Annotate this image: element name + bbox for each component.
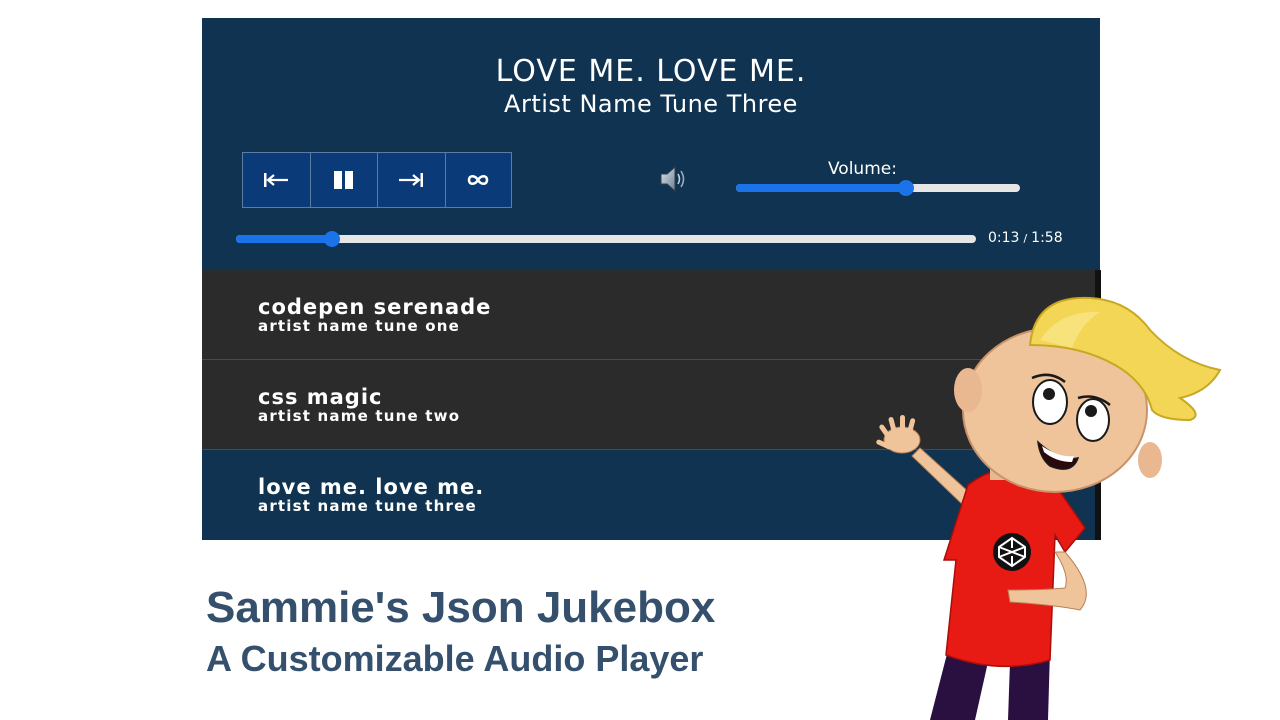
current-time: 0:13 (988, 230, 1020, 246)
pause-button[interactable] (309, 152, 377, 208)
codepen-logo-icon (993, 533, 1031, 571)
loop-button[interactable] (444, 152, 512, 208)
speaker-icon[interactable] (658, 164, 690, 194)
previous-button[interactable] (242, 152, 310, 208)
transport-controls (242, 152, 512, 208)
mascot-raised-arm (911, 447, 973, 507)
time-display: 0:13/1:58 (988, 230, 1063, 246)
mascot-hand-icon (876, 415, 921, 454)
duration: 1:58 (1031, 230, 1063, 246)
mascot-character (876, 296, 1222, 720)
skip-next-icon (399, 173, 424, 187)
skip-previous-icon (264, 173, 289, 187)
volume-label: Volume: (828, 159, 897, 179)
audio-player: LOVE ME. LOVE ME. Artist Name Tune Three (202, 18, 1100, 270)
next-button[interactable] (377, 152, 445, 208)
time-separator: / (1023, 232, 1028, 245)
seek-slider[interactable] (236, 231, 976, 247)
now-playing-artist: Artist Name Tune Three (504, 90, 798, 118)
volume-slider-thumb[interactable] (898, 180, 915, 196)
volume-slider-fill (736, 184, 907, 192)
caption-subtitle: A Customizable Audio Player (206, 638, 704, 679)
seek-slider-thumb[interactable] (324, 231, 341, 247)
now-playing-title: LOVE ME. LOVE ME. (495, 54, 807, 89)
seek-slider-fill (236, 235, 333, 243)
volume-slider[interactable] (736, 180, 1020, 196)
loop-icon (467, 174, 489, 186)
pause-icon (333, 171, 353, 189)
caption-title: Sammie's Json Jukebox (206, 583, 716, 632)
